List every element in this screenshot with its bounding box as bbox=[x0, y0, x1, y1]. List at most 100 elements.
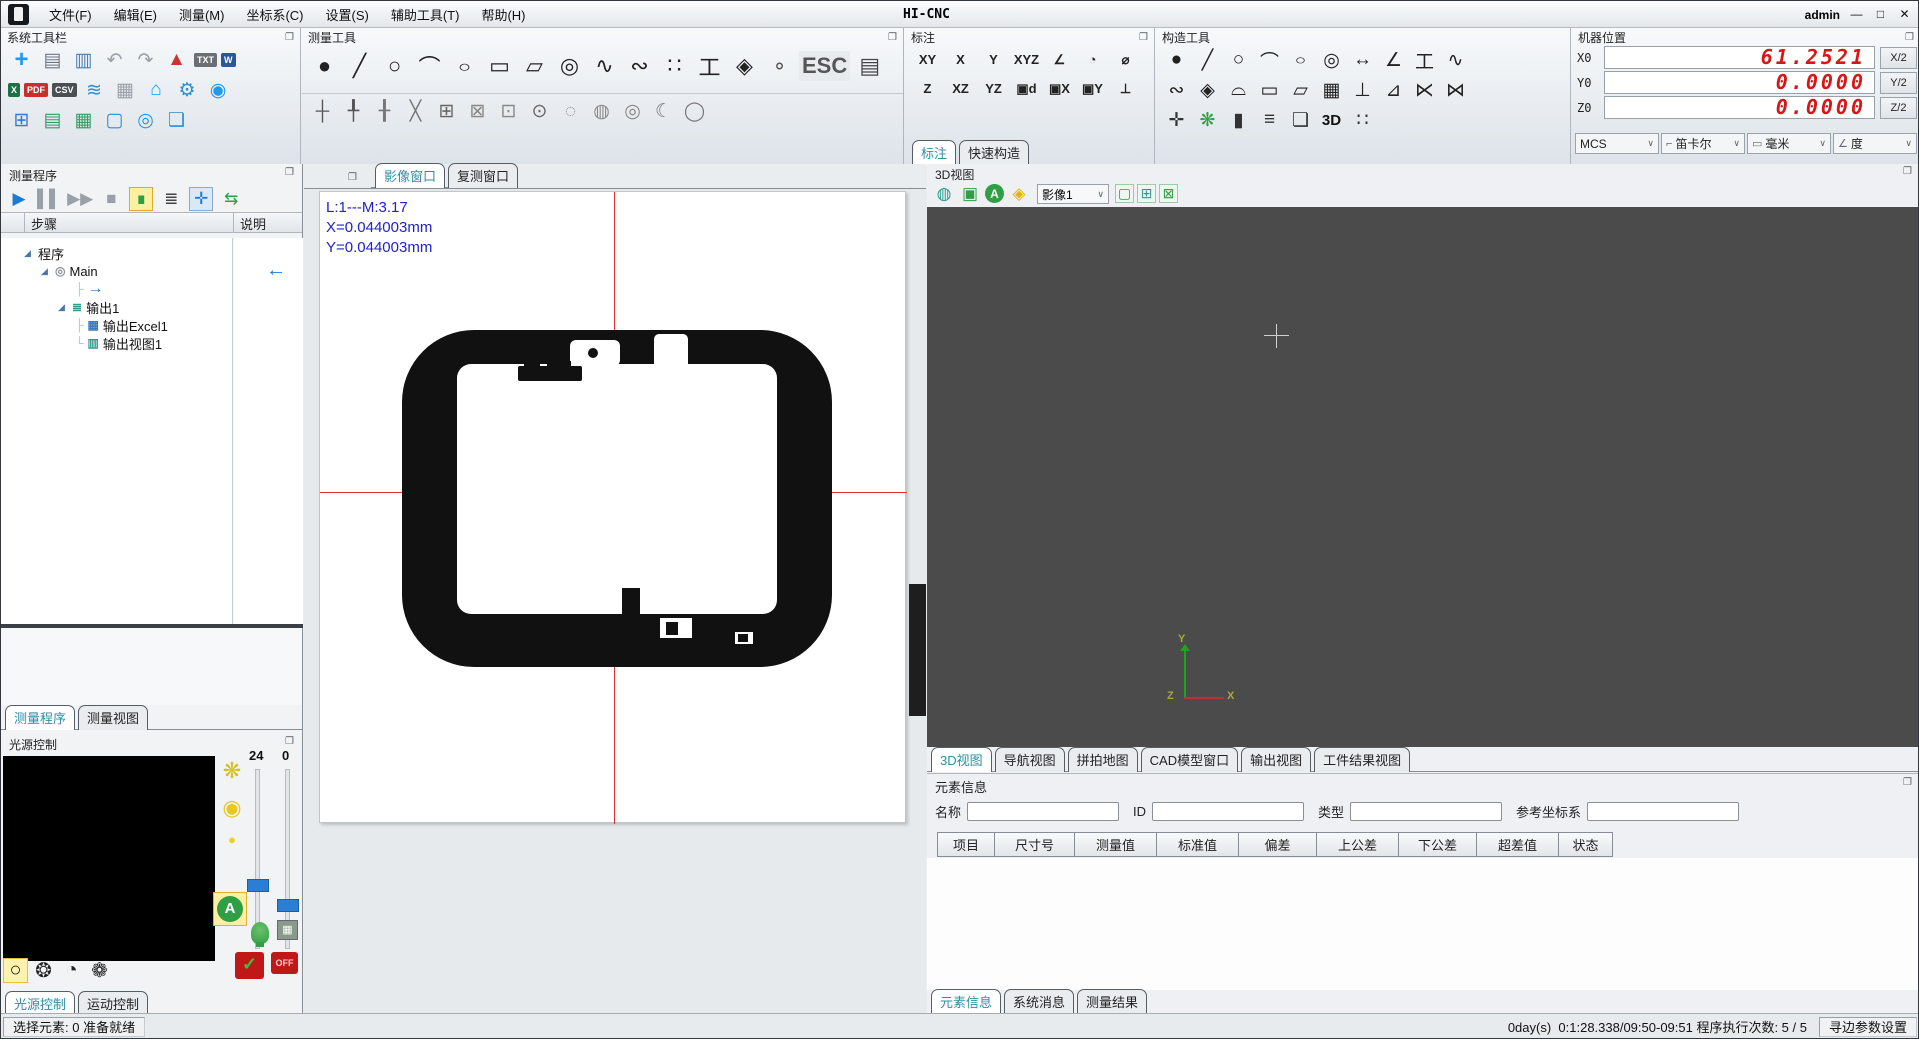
menu-edit[interactable]: 编辑(E) bbox=[103, 2, 168, 27]
profile-icon[interactable]: ▮ bbox=[1225, 107, 1252, 134]
save-file-icon[interactable]: ▥ bbox=[70, 47, 97, 74]
txt-export-icon[interactable]: TXT bbox=[194, 53, 217, 67]
light-mode-4seg-icon[interactable]: ◔ bbox=[59, 958, 84, 983]
slider-handle-1[interactable] bbox=[247, 879, 269, 892]
float-panel-icon[interactable]: ❐ bbox=[348, 172, 357, 183]
grid-window-icon[interactable]: ▦ bbox=[112, 77, 139, 104]
table-header-cell[interactable]: 状态 bbox=[1559, 832, 1613, 857]
dim-perpendicular-icon[interactable]: ⊥ bbox=[1111, 76, 1140, 101]
tab-3d-view[interactable]: 3D视图 bbox=[931, 747, 992, 772]
dim-frame-y-icon[interactable]: ▣Y bbox=[1078, 76, 1107, 101]
report-view-icon[interactable]: ▤ bbox=[39, 107, 66, 134]
tree-node-output1[interactable]: ◢ ≣ 输出1 bbox=[1, 298, 232, 316]
selection-icon[interactable]: ▢ bbox=[101, 107, 128, 134]
tree-node-output-view1[interactable]: └ ▥ 输出视图1 bbox=[1, 334, 232, 352]
double-ring-icon[interactable]: ◎ bbox=[619, 98, 646, 125]
result-table-body[interactable] bbox=[927, 858, 1919, 990]
run-button[interactable]: ▶ bbox=[7, 187, 31, 211]
menu-settings[interactable]: 设置(S) bbox=[315, 2, 380, 27]
float-panel-icon[interactable]: ❐ bbox=[285, 32, 294, 43]
menu-file[interactable]: 文件(F) bbox=[38, 2, 103, 27]
menu-coordinate[interactable]: 坐标系(C) bbox=[235, 2, 314, 27]
measure-ellipse-icon[interactable]: ○ bbox=[449, 56, 480, 75]
column-step[interactable]: 步骤 bbox=[25, 213, 234, 232]
auto-light-button[interactable]: A bbox=[213, 892, 247, 926]
tab-measure-program[interactable]: 测量程序 bbox=[5, 705, 75, 730]
construct-calculator-icon[interactable]: ▦ bbox=[1318, 77, 1345, 104]
float-panel-icon[interactable]: ❐ bbox=[1905, 32, 1914, 43]
camera-select[interactable]: 影像1∨ bbox=[1037, 184, 1109, 204]
edge-param-settings-button[interactable]: 寻边参数设置 bbox=[1819, 1017, 1917, 1037]
3d-mode-icon[interactable]: 3D bbox=[1318, 107, 1345, 134]
pause-button[interactable]: ▌▌ bbox=[37, 187, 61, 211]
dashed-circle-icon[interactable]: ◌ bbox=[557, 98, 584, 125]
report-icon[interactable]: ▲ bbox=[163, 47, 190, 74]
ring-scan-icon[interactable]: ◍ bbox=[588, 98, 615, 125]
align-icon[interactable]: ≡ bbox=[1256, 107, 1283, 134]
point-grid-icon[interactable]: ∷ bbox=[1349, 107, 1376, 134]
tree-expander-icon[interactable]: ◢ bbox=[58, 302, 68, 313]
tree-node-output-excel1[interactable]: ├ ▦ 输出Excel1 bbox=[1, 316, 232, 334]
box-target-icon[interactable]: ⊠ bbox=[464, 98, 491, 125]
field-input[interactable] bbox=[967, 802, 1119, 821]
grid-icon[interactable]: ⊞ bbox=[1137, 184, 1156, 203]
menu-help[interactable]: 帮助(H) bbox=[470, 2, 536, 27]
dim-angle-icon[interactable]: ∠ bbox=[1045, 47, 1074, 72]
coord-rotate-icon[interactable]: ⋉ bbox=[1411, 77, 1438, 104]
table-header-cell[interactable]: 下公差 bbox=[1399, 832, 1477, 857]
measure-line-icon[interactable]: ╱ bbox=[344, 53, 375, 80]
focus-line-icon[interactable]: ╳ bbox=[402, 98, 429, 125]
measure-small-circle-icon[interactable]: ∘ bbox=[764, 53, 795, 80]
dim-z-icon[interactable]: Z bbox=[913, 76, 942, 101]
tree-node-program[interactable]: ◢ 程序 bbox=[1, 244, 232, 262]
dim-x-icon[interactable]: X bbox=[946, 47, 975, 72]
light-mode-full-icon[interactable]: ○ bbox=[3, 958, 28, 983]
menu-measure[interactable]: 测量(M) bbox=[168, 2, 236, 27]
camera-icon[interactable]: ◉ bbox=[205, 77, 232, 104]
cloud-fit-icon[interactable]: ❋ bbox=[1194, 107, 1221, 134]
image-canvas[interactable]: L:1---M:3.17X=0.044003mmY=0.044003mm Y X… bbox=[304, 189, 926, 1013]
table-header-cell[interactable]: 项目 bbox=[937, 832, 995, 857]
display-icon[interactable]: ▣ bbox=[959, 183, 981, 204]
dim-xyz-icon[interactable]: XYZ bbox=[1012, 47, 1041, 72]
excel-export-icon[interactable]: X bbox=[8, 83, 20, 97]
tab-output-view[interactable]: 输出视图 bbox=[1241, 747, 1311, 772]
tab-result-view[interactable]: 工件结果视图 bbox=[1314, 747, 1410, 772]
coord-combine-icon[interactable]: ⋈ bbox=[1442, 77, 1469, 104]
target-icon[interactable]: ◎ bbox=[132, 107, 159, 134]
float-panel-icon[interactable]: ❐ bbox=[285, 167, 294, 185]
construct-angle-icon[interactable]: ∠ bbox=[1380, 47, 1407, 74]
camera-light-button[interactable]: ▦ bbox=[277, 920, 298, 940]
construct-distance-icon[interactable]: ↔ bbox=[1349, 47, 1376, 74]
add-icon[interactable]: + bbox=[8, 47, 35, 74]
coord-origin-icon[interactable]: ⊥ bbox=[1349, 77, 1376, 104]
field-input[interactable] bbox=[1152, 802, 1304, 821]
table-header-cell[interactable]: 尺寸号 bbox=[995, 832, 1075, 857]
tab-measure-result[interactable]: 测量结果 bbox=[1077, 989, 1147, 1014]
light-off-button[interactable]: OFF bbox=[271, 952, 298, 974]
minimize-button[interactable]: — bbox=[1846, 4, 1867, 24]
dim-xz-icon[interactable]: XZ bbox=[946, 76, 975, 101]
dim-yz-icon[interactable]: YZ bbox=[979, 76, 1008, 101]
fit-button[interactable]: ✛ bbox=[189, 187, 213, 211]
tab-system-message[interactable]: 系统消息 bbox=[1004, 989, 1074, 1014]
construct-plane-icon[interactable]: ◈ bbox=[1194, 77, 1221, 104]
stop-button[interactable]: ■ bbox=[99, 187, 123, 211]
swap-button[interactable]: ⇆ bbox=[219, 187, 243, 211]
construct-height-icon[interactable]: 工 bbox=[1411, 47, 1438, 74]
focus-crosshair-icon[interactable]: ┼ bbox=[309, 98, 336, 125]
matrix-view-icon[interactable]: ▦ bbox=[70, 107, 97, 134]
focus-move-icon[interactable]: ╂ bbox=[371, 98, 398, 125]
field-input[interactable] bbox=[1587, 802, 1739, 821]
tab-remeasure-window[interactable]: 复测窗口 bbox=[448, 163, 518, 188]
tree-insert-arrow[interactable]: ├ → bbox=[1, 280, 232, 298]
measure-point-cloud-icon[interactable]: ∷ bbox=[659, 53, 690, 80]
word-export-icon[interactable]: W bbox=[221, 53, 236, 67]
slider-handle-2[interactable] bbox=[277, 899, 299, 912]
large-circle-icon[interactable]: ◯ bbox=[681, 98, 708, 125]
construct-slot-icon[interactable]: ▱ bbox=[1287, 77, 1314, 104]
lamp-toggle-button[interactable] bbox=[251, 922, 269, 944]
coaxial-light-icon[interactable]: ◉ bbox=[222, 795, 241, 821]
chart-export-icon[interactable]: ❏ bbox=[1287, 107, 1314, 134]
construct-ring-icon[interactable]: ◎ bbox=[1318, 47, 1345, 74]
